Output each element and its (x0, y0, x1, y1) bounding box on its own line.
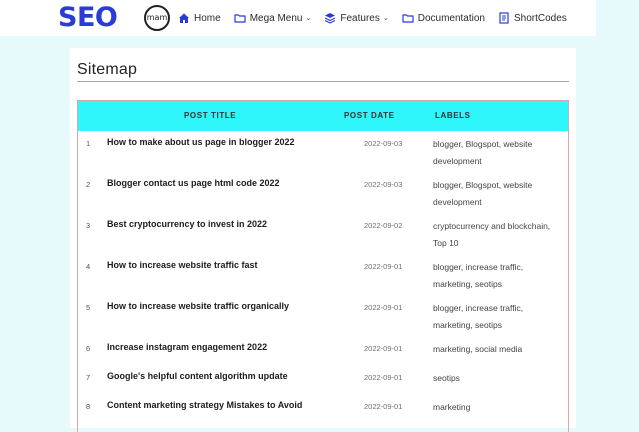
main-nav: Home Mega Menu ⌄ Features ⌄ Documentatio… (178, 0, 580, 36)
row-number: 1 (86, 139, 91, 148)
post-date: 2022-09-01 (364, 344, 403, 353)
row-number: 6 (86, 344, 91, 353)
post-labels[interactable]: cryptocurrency and blockchain, Top 10 (433, 218, 557, 252)
post-date: 2022-09-03 (364, 139, 403, 148)
nav-features[interactable]: Features ⌄ (324, 12, 389, 24)
post-labels[interactable]: marketing (433, 399, 557, 416)
nav-home[interactable]: Home (178, 12, 221, 24)
shortcode-icon (499, 12, 509, 24)
post-title-link[interactable]: How to increase website traffic fast (107, 260, 258, 270)
logo-text: SEO (58, 2, 118, 33)
post-labels[interactable]: blogger, Blogspot, website development (433, 136, 557, 170)
post-title-link[interactable]: Increase instagram engagement 2022 (107, 342, 267, 352)
header-labels: LABELS (435, 111, 471, 120)
logo-badge: mam (144, 5, 170, 31)
nav-home-label: Home (194, 12, 221, 24)
layers-icon (325, 13, 336, 24)
row-number: 3 (86, 221, 91, 230)
folder-icon (234, 14, 246, 23)
post-date: 2022-09-01 (364, 373, 403, 382)
nav-mega-menu[interactable]: Mega Menu ⌄ (234, 12, 312, 24)
row-number: 4 (86, 262, 91, 271)
post-title-link[interactable]: Content marketing strategy Mistakes to A… (107, 400, 302, 410)
row-number: 8 (86, 402, 91, 411)
nav-mega-menu-label: Mega Menu (249, 12, 303, 24)
post-labels[interactable]: blogger, increase traffic, marketing, se… (433, 259, 557, 293)
post-date: 2022-09-01 (364, 303, 403, 312)
nav-shortcodes-label: ShortCodes (513, 12, 567, 24)
content-card: Sitemap POST TITLE POST DATE LABELS 1 Ho… (70, 48, 576, 432)
nav-shortcodes[interactable]: ShortCodes (498, 12, 567, 24)
row-number: 7 (86, 373, 91, 382)
post-title-link[interactable]: How to increase website traffic organica… (107, 301, 289, 311)
top-navbar: SEO mam Home Mega Menu ⌄ Features ⌄ Docu… (0, 0, 596, 36)
chevron-down-icon: ⌄ (382, 15, 389, 22)
logo-badge-text: mam (146, 13, 168, 22)
post-title-link[interactable]: Best cryptocurrency to invest in 2022 (107, 219, 267, 229)
nav-documentation[interactable]: Documentation (402, 12, 485, 24)
post-date: 2022-09-01 (364, 402, 403, 411)
sitemap-table: POST TITLE POST DATE LABELS 1 How to mak… (77, 100, 569, 432)
post-labels[interactable]: blogger, increase traffic, marketing, se… (433, 300, 557, 334)
nav-documentation-label: Documentation (417, 12, 485, 24)
page-title: Sitemap (77, 61, 138, 78)
title-divider (77, 81, 569, 82)
row-number: 5 (86, 303, 91, 312)
nav-features-label: Features (340, 12, 380, 24)
folder-icon (402, 14, 414, 23)
table-header: POST TITLE POST DATE LABELS (78, 101, 568, 131)
post-labels[interactable]: blogger, Blogspot, website development (433, 177, 557, 211)
home-icon (179, 13, 189, 23)
chevron-down-icon: ⌄ (305, 15, 312, 22)
post-date: 2022-09-03 (364, 180, 403, 189)
post-date: 2022-09-02 (364, 221, 403, 230)
header-post-title: POST TITLE (184, 111, 237, 120)
post-title-link[interactable]: Blogger contact us page html code 2022 (107, 178, 280, 188)
header-post-date: POST DATE (344, 111, 395, 120)
post-title-link[interactable]: Google's helpful content algorithm updat… (107, 371, 288, 381)
post-title-link[interactable]: How to make about us page in blogger 202… (107, 137, 295, 147)
row-number: 2 (86, 180, 91, 189)
post-labels[interactable]: seotips (433, 370, 557, 387)
post-date: 2022-09-01 (364, 262, 403, 271)
post-labels[interactable]: marketing, social media (433, 341, 557, 358)
